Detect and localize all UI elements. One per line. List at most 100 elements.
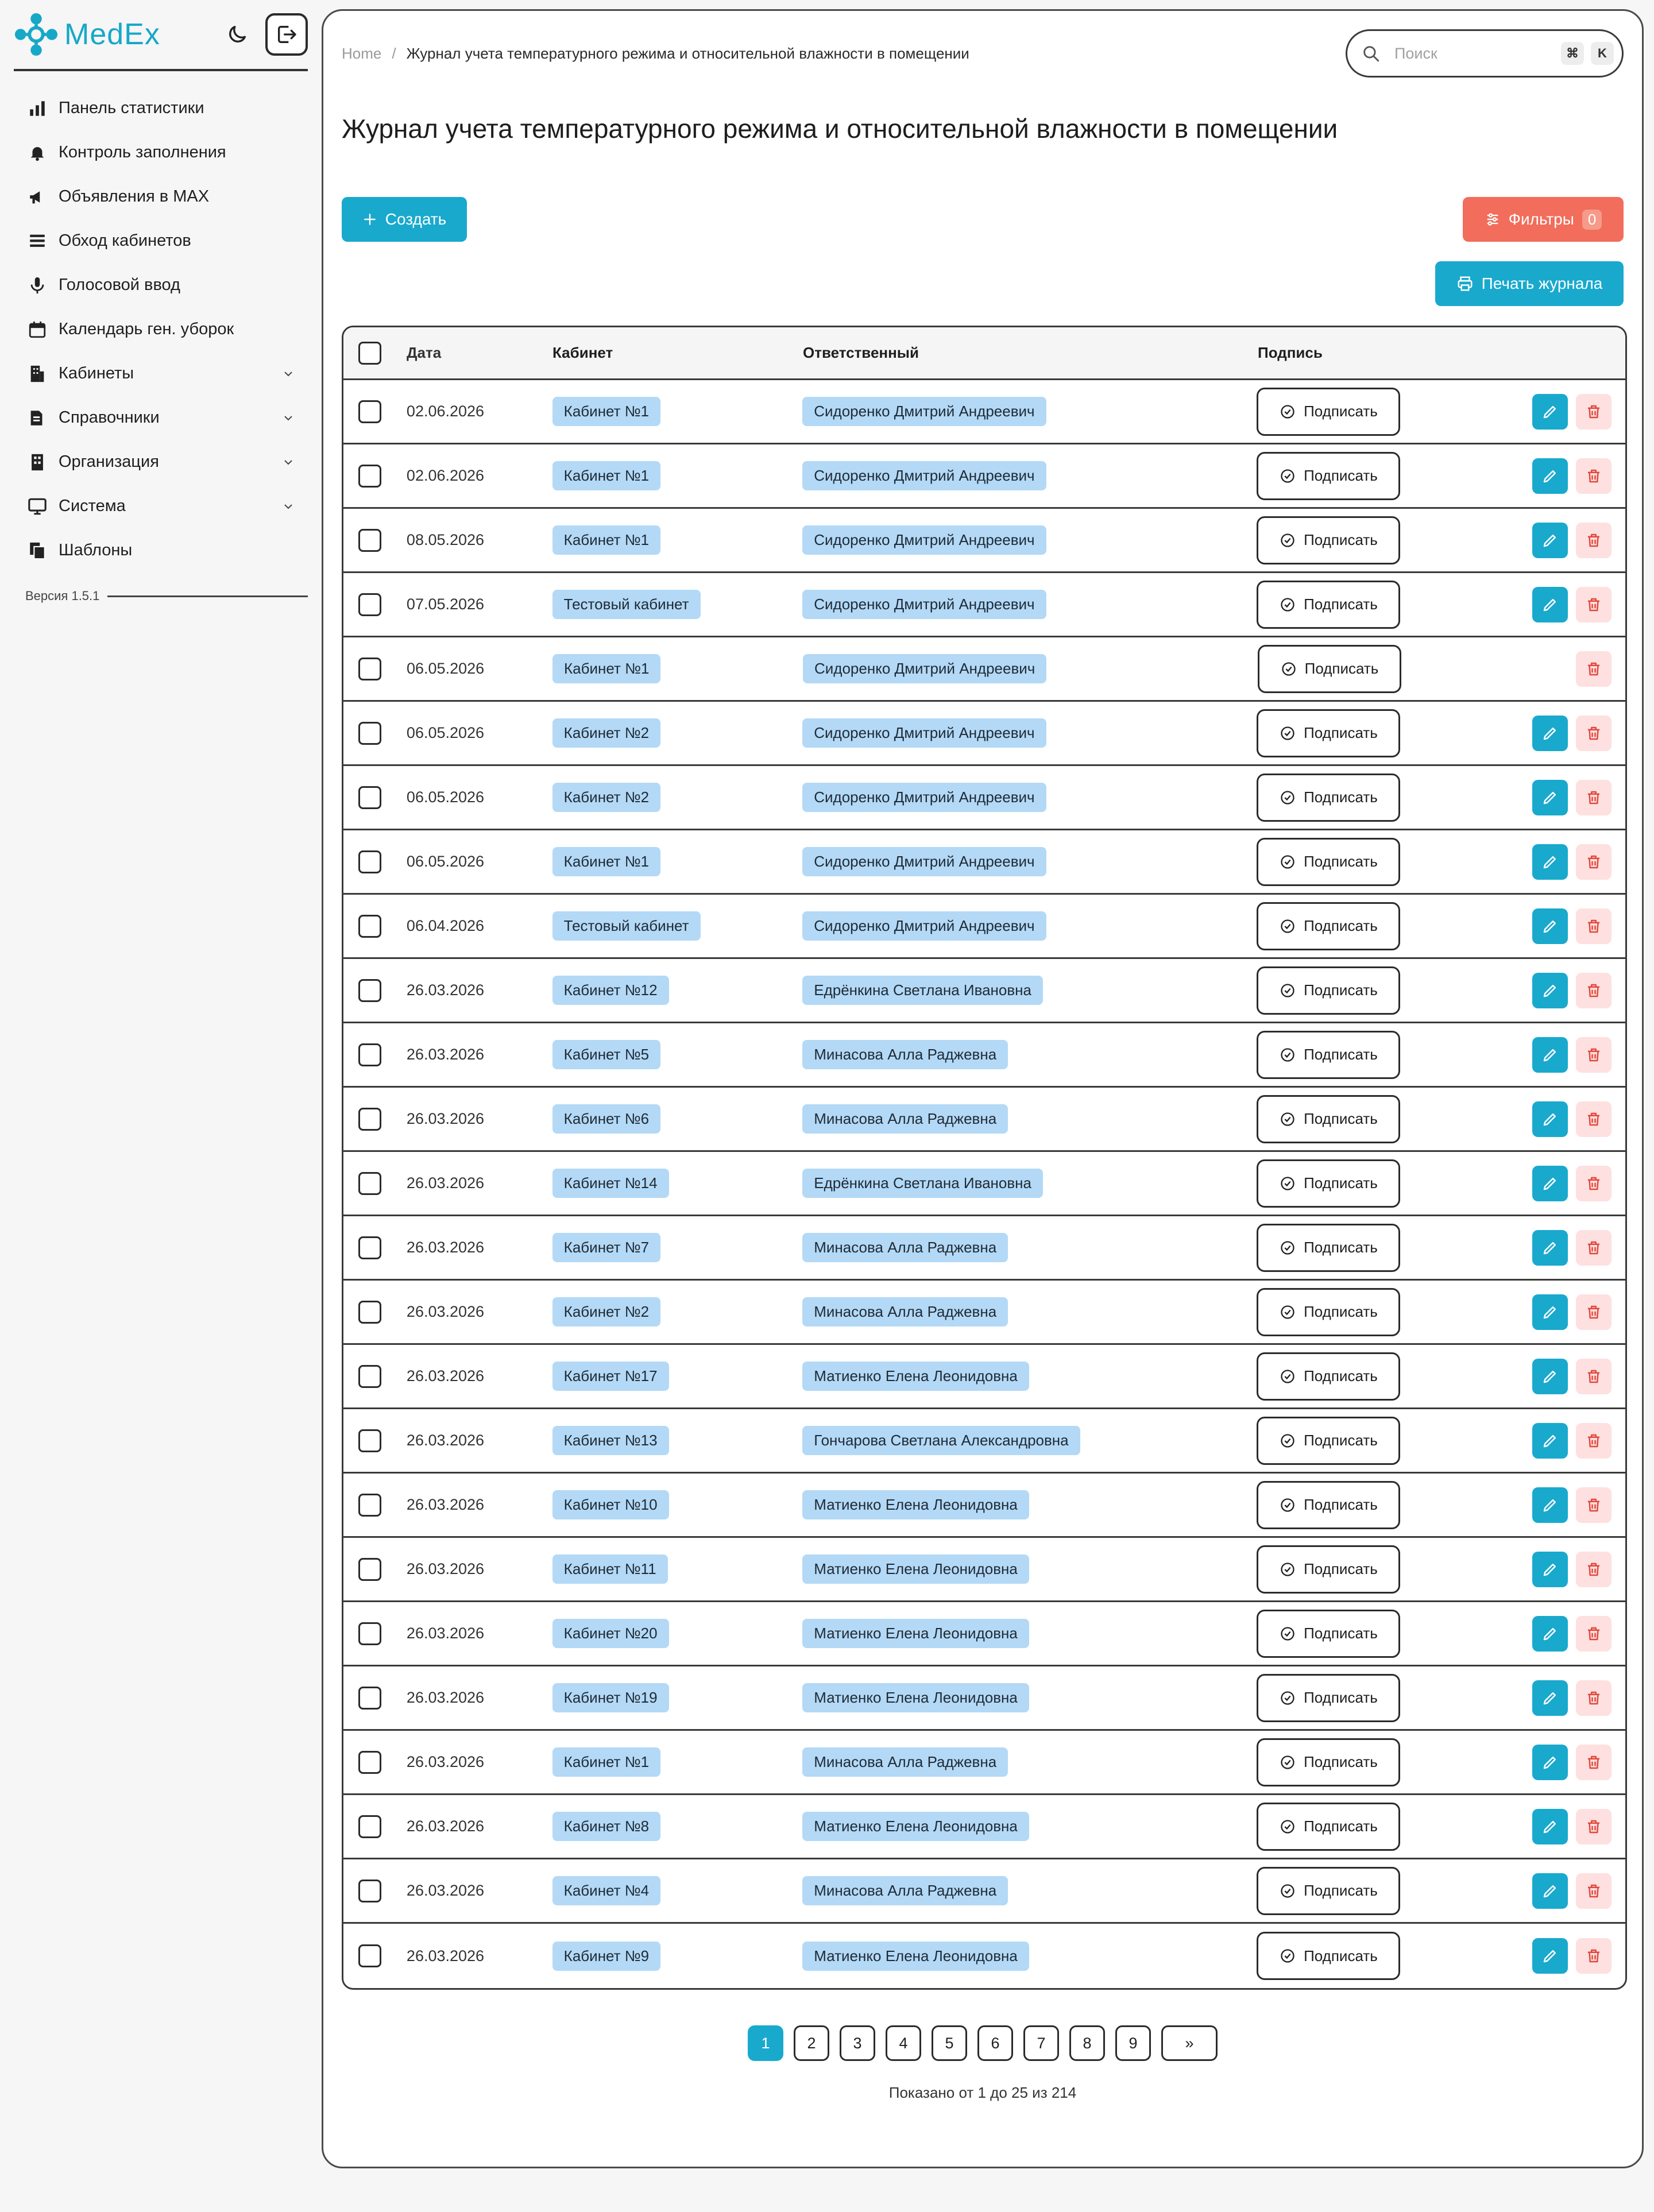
sign-button[interactable]: Подписать	[1257, 1866, 1401, 1915]
delete-button[interactable]	[1576, 972, 1612, 1008]
edit-button[interactable]	[1532, 1938, 1568, 1974]
edit-button[interactable]	[1532, 972, 1568, 1008]
sign-button[interactable]: Подписать	[1257, 837, 1401, 886]
delete-button[interactable]	[1576, 1358, 1612, 1394]
sign-button[interactable]: Подписать	[1257, 709, 1401, 757]
column-header-responsible[interactable]: Ответственный	[803, 344, 1258, 362]
delete-button[interactable]	[1576, 1165, 1612, 1201]
delete-button[interactable]	[1576, 1037, 1612, 1073]
edit-button[interactable]	[1532, 1615, 1568, 1652]
logo[interactable]: MedEx	[14, 12, 160, 57]
edit-button[interactable]	[1532, 393, 1568, 430]
edit-button[interactable]	[1532, 1808, 1568, 1844]
sign-button[interactable]: Подписать	[1257, 516, 1401, 564]
sign-button[interactable]: Подписать	[1257, 1545, 1401, 1594]
logout-button[interactable]	[265, 13, 308, 56]
sidebar-item-rounds[interactable]: Обход кабинетов	[14, 219, 308, 263]
page-button[interactable]: 5	[932, 2025, 967, 2061]
sign-button[interactable]: Подписать	[1257, 387, 1401, 436]
row-checkbox[interactable]	[358, 464, 381, 488]
delete-button[interactable]	[1576, 651, 1612, 687]
row-checkbox[interactable]	[358, 979, 381, 1002]
row-checkbox[interactable]	[358, 1364, 381, 1388]
row-checkbox[interactable]	[358, 1750, 381, 1774]
row-checkbox[interactable]	[358, 850, 381, 873]
delete-button[interactable]	[1576, 393, 1612, 430]
page-button[interactable]: 7	[1023, 2025, 1059, 2061]
sign-button[interactable]: Подписать	[1257, 451, 1401, 500]
edit-button[interactable]	[1532, 1101, 1568, 1137]
sign-button[interactable]: Подписать	[1257, 773, 1401, 822]
delete-button[interactable]	[1576, 1873, 1612, 1909]
sidebar-item-references[interactable]: Справочники	[14, 396, 308, 440]
row-checkbox[interactable]	[358, 1429, 381, 1452]
sign-button[interactable]: Подписать	[1257, 1738, 1401, 1786]
sign-button[interactable]: Подписать	[1257, 902, 1401, 950]
delete-button[interactable]	[1576, 1744, 1612, 1780]
edit-button[interactable]	[1532, 1744, 1568, 1780]
row-checkbox[interactable]	[358, 1171, 381, 1195]
delete-button[interactable]	[1576, 715, 1612, 751]
sign-button[interactable]: Подписать	[1257, 1673, 1401, 1722]
delete-button[interactable]	[1576, 1229, 1612, 1266]
delete-button[interactable]	[1576, 1551, 1612, 1587]
page-button[interactable]: 6	[977, 2025, 1013, 2061]
sidebar-item-cabinets[interactable]: Кабинеты	[14, 351, 308, 396]
create-button[interactable]: Создать	[342, 197, 467, 242]
edit-button[interactable]	[1532, 1422, 1568, 1459]
edit-button[interactable]	[1532, 586, 1568, 622]
edit-button[interactable]	[1532, 1487, 1568, 1523]
sidebar-item-organization[interactable]: Организация	[14, 440, 308, 484]
search-input[interactable]	[1394, 44, 1538, 63]
row-checkbox[interactable]	[358, 657, 381, 680]
row-checkbox[interactable]	[358, 1686, 381, 1710]
sign-button[interactable]: Подписать	[1257, 1480, 1401, 1529]
edit-button[interactable]	[1532, 522, 1568, 558]
edit-button[interactable]	[1532, 1873, 1568, 1909]
filters-button[interactable]: Фильтры 0	[1463, 197, 1624, 242]
breadcrumb-home-link[interactable]: Home	[342, 45, 381, 63]
sidebar-item-system[interactable]: Система	[14, 484, 308, 528]
print-journal-button[interactable]: Печать журнала	[1435, 261, 1624, 306]
sign-button[interactable]: Подписать	[1257, 580, 1401, 629]
delete-button[interactable]	[1576, 1422, 1612, 1459]
row-checkbox[interactable]	[358, 400, 381, 423]
sidebar-item-templates[interactable]: Шаблоны	[14, 528, 308, 573]
row-checkbox[interactable]	[358, 914, 381, 938]
select-all-checkbox[interactable]	[358, 341, 381, 365]
edit-button[interactable]	[1532, 1165, 1568, 1201]
delete-button[interactable]	[1576, 1294, 1612, 1330]
row-checkbox[interactable]	[358, 1107, 381, 1131]
sign-button[interactable]: Подписать	[1257, 1030, 1401, 1079]
delete-button[interactable]	[1576, 1680, 1612, 1716]
sign-button[interactable]: Подписать	[1257, 1416, 1401, 1465]
delete-button[interactable]	[1576, 586, 1612, 622]
edit-button[interactable]	[1532, 908, 1568, 944]
sign-button[interactable]: Подписать	[1258, 644, 1401, 693]
delete-button[interactable]	[1576, 1808, 1612, 1844]
delete-button[interactable]	[1576, 844, 1612, 880]
delete-button[interactable]	[1576, 1938, 1612, 1974]
next-page-button[interactable]: »	[1161, 2025, 1218, 2061]
sign-button[interactable]: Подписать	[1257, 1223, 1401, 1272]
edit-button[interactable]	[1532, 458, 1568, 494]
edit-button[interactable]	[1532, 1358, 1568, 1394]
row-checkbox[interactable]	[358, 1557, 381, 1581]
row-checkbox[interactable]	[358, 1622, 381, 1645]
edit-button[interactable]	[1532, 1294, 1568, 1330]
row-checkbox[interactable]	[358, 1043, 381, 1066]
edit-button[interactable]	[1532, 779, 1568, 815]
edit-button[interactable]	[1532, 1037, 1568, 1073]
sidebar-item-statistics[interactable]: Панель статистики	[14, 86, 308, 130]
sign-button[interactable]: Подписать	[1257, 1352, 1401, 1401]
row-checkbox[interactable]	[358, 721, 381, 745]
row-checkbox[interactable]	[358, 1815, 381, 1838]
column-header-date[interactable]: Дата	[407, 344, 552, 362]
page-button[interactable]: 8	[1069, 2025, 1105, 2061]
delete-button[interactable]	[1576, 1615, 1612, 1652]
row-checkbox[interactable]	[358, 1879, 381, 1902]
row-checkbox[interactable]	[358, 1944, 381, 1967]
row-checkbox[interactable]	[358, 1493, 381, 1517]
sign-button[interactable]: Подписать	[1257, 1932, 1401, 1980]
theme-toggle-button[interactable]	[222, 19, 253, 50]
